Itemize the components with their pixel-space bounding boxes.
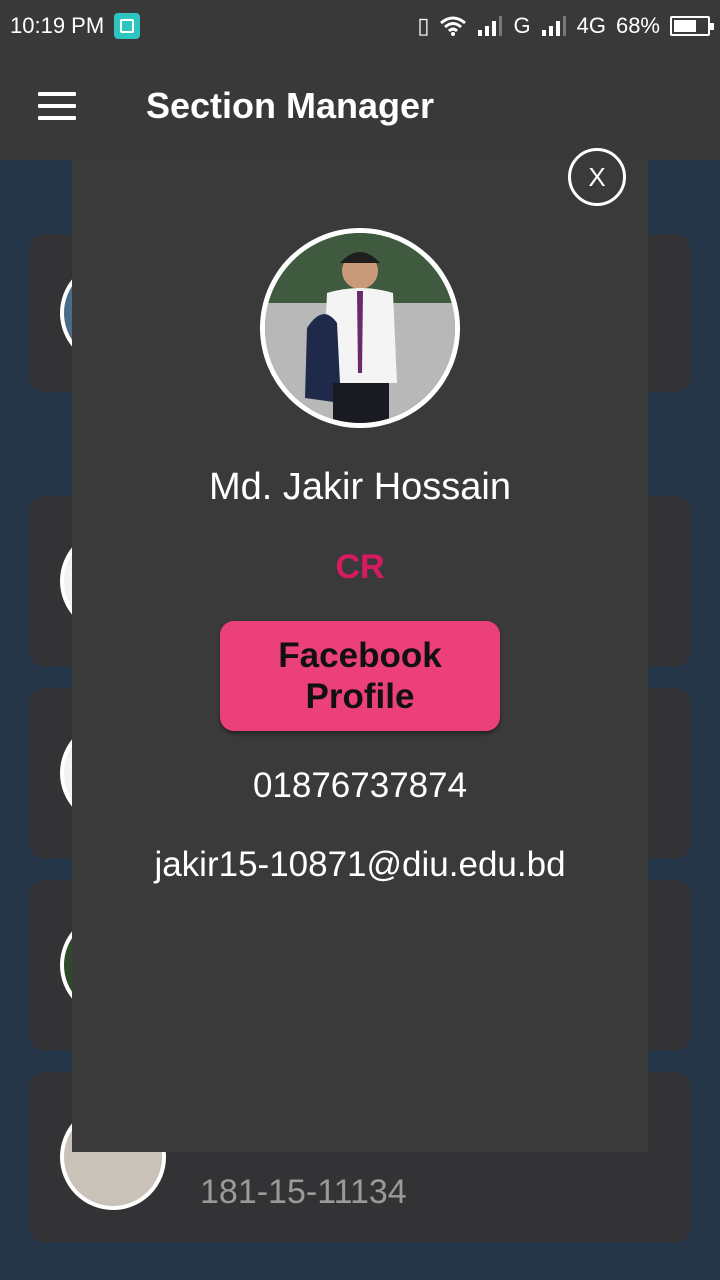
profile-dialog: X Md. Jakir Hossain CR Facebook Profile … <box>72 148 648 1152</box>
app-bar: Section Manager <box>0 52 720 160</box>
profile-phone[interactable]: 01876737874 <box>72 766 648 806</box>
profile-email[interactable]: jakir15-10871@diu.edu.bd <box>72 845 648 885</box>
signal-icon <box>541 16 566 36</box>
menu-icon[interactable] <box>38 92 76 120</box>
vibrate-icon: ▯ <box>417 13 430 38</box>
status-time: 10:19 PM <box>10 13 105 38</box>
close-button[interactable]: X <box>568 148 626 206</box>
facebook-profile-button[interactable]: Facebook Profile <box>220 621 500 731</box>
battery-icon <box>670 16 714 36</box>
student-id: 181-15-11134 <box>200 1173 407 1211</box>
battery-percent: 68% <box>615 13 660 38</box>
profile-photo <box>260 228 460 428</box>
app-title: Section Manager <box>146 85 435 126</box>
person-photo-icon <box>265 233 455 423</box>
wifi-icon <box>440 16 467 36</box>
signal-icon <box>478 16 503 36</box>
profile-role: CR <box>335 548 385 586</box>
network-g: G <box>513 13 531 38</box>
profile-name: Md. Jakir Hossain <box>209 466 511 508</box>
status-bar: 10:19 PM ▯ G 4G 68% <box>0 0 720 52</box>
screenshot-icon <box>114 13 141 39</box>
network-4g: 4G <box>576 13 606 38</box>
